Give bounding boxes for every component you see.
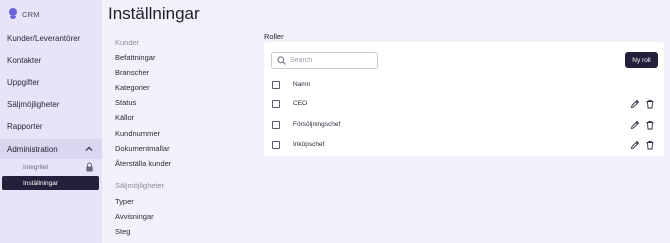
sidebar-subitem-label: Integritet xyxy=(23,163,49,171)
roles-label: Roller xyxy=(264,32,284,41)
sidebar-item-saljmojligheter[interactable]: Säljmöjligheter xyxy=(7,100,59,109)
sidebar-item-administration[interactable]: Administration xyxy=(0,139,102,159)
settings-link-kallor[interactable]: Källor xyxy=(115,113,134,122)
settings-link-kundnummer[interactable]: Kundnummer xyxy=(115,129,160,138)
search-icon xyxy=(277,56,286,65)
edit-pencil-icon[interactable] xyxy=(630,99,640,109)
section-heading-saljmojligheter: Säljmöjligheter xyxy=(115,181,165,190)
section-heading-kunder: Kunder xyxy=(115,38,140,47)
settings-link-typer[interactable]: Typer xyxy=(115,197,134,206)
settings-link-status[interactable]: Status xyxy=(115,98,136,107)
sidebar-subitem-integritet[interactable]: Integritet xyxy=(2,160,99,174)
settings-link-steg[interactable]: Steg xyxy=(115,227,130,236)
settings-link-befattningar[interactable]: Befattningar xyxy=(115,53,155,62)
row-checkbox[interactable] xyxy=(272,100,280,108)
settings-link-aterstalla-kunder[interactable]: Återställa kunder xyxy=(115,159,171,168)
settings-link-avvisningar[interactable]: Avvisningar xyxy=(115,212,154,221)
sidebar-subitem-installningar[interactable]: Inställningar xyxy=(2,176,99,190)
logo-text: CRM xyxy=(22,9,40,19)
delete-trash-icon[interactable] xyxy=(645,99,655,109)
row-checkbox[interactable] xyxy=(272,141,280,149)
chevron-up-icon xyxy=(85,146,93,151)
sidebar-item-uppgifter[interactable]: Uppgifter xyxy=(7,78,39,87)
delete-trash-icon[interactable] xyxy=(645,140,655,150)
table-row: Inköpschef xyxy=(264,135,664,155)
select-all-checkbox[interactable] xyxy=(272,81,280,89)
sidebar-item-kunder-leverantorer[interactable]: Kunder/Leverantörer xyxy=(7,34,80,43)
sidebar-item-kontakter[interactable]: Kontakter xyxy=(7,56,41,65)
role-name: CEO xyxy=(293,100,308,107)
column-header-name: Namn xyxy=(293,81,311,88)
sidebar-subitem-label: Inställningar xyxy=(23,179,59,187)
roles-card: Ny roll Namn CEO Försöljningschef Inköps… xyxy=(264,42,664,156)
table-header: Namn xyxy=(264,75,664,95)
delete-trash-icon[interactable] xyxy=(645,120,655,130)
table-row: Försöljningschef xyxy=(264,115,664,135)
row-checkbox[interactable] xyxy=(272,121,280,129)
table-row: CEO xyxy=(264,94,664,114)
edit-pencil-icon[interactable] xyxy=(630,120,640,130)
page-title: Inställningar xyxy=(108,4,200,23)
settings-link-dokumentmallar[interactable]: Dokumentmallar xyxy=(115,144,170,153)
edit-pencil-icon[interactable] xyxy=(630,140,640,150)
sidebar: CRM Kunder/Leverantörer Kontakter Uppgif… xyxy=(0,0,102,243)
settings-link-branscher[interactable]: Branscher xyxy=(115,68,149,77)
person-logo-icon xyxy=(9,8,17,20)
sidebar-item-rapporter[interactable]: Rapporter xyxy=(7,122,43,131)
sidebar-item-label: Administration xyxy=(7,144,58,154)
role-name: Försöljningschef xyxy=(293,121,341,128)
lock-icon xyxy=(86,162,93,172)
logo[interactable]: CRM xyxy=(9,8,40,20)
settings-link-kategorier[interactable]: Kategorier xyxy=(115,83,150,92)
search-input[interactable] xyxy=(290,57,370,64)
new-role-button[interactable]: Ny roll xyxy=(625,52,658,68)
search-box[interactable] xyxy=(271,52,378,69)
role-name: Inköpschef xyxy=(293,141,325,148)
